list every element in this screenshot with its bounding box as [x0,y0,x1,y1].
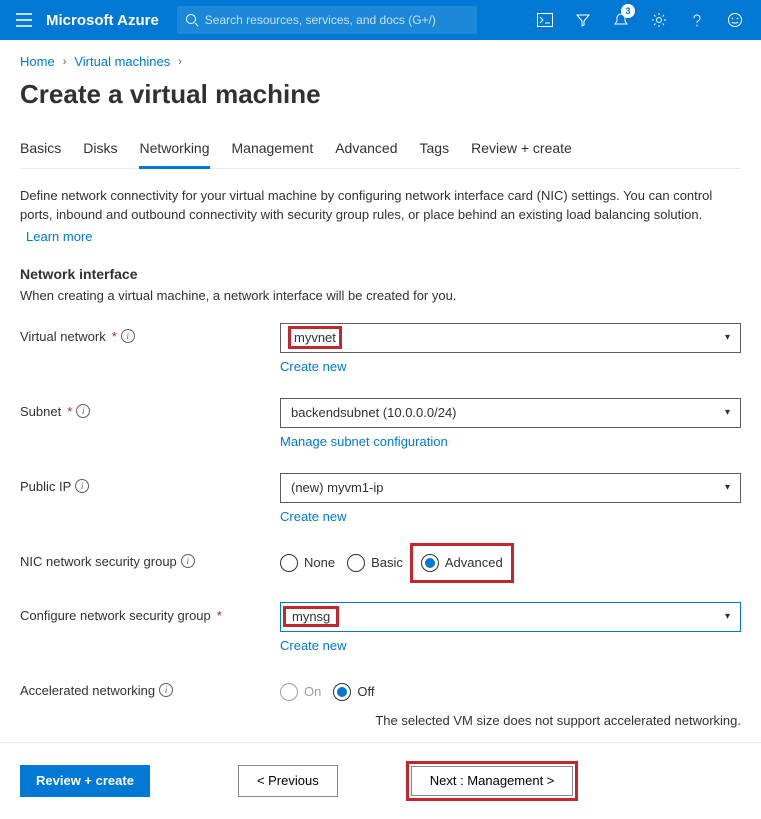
learn-more-link[interactable]: Learn more [26,229,92,244]
brand-label[interactable]: Microsoft Azure [46,12,159,29]
next-button-highlight: Next : Management > [406,761,579,801]
settings-gear-icon[interactable] [641,0,677,40]
chevron-right-icon: › [63,56,67,68]
vnet-value: myvnet [288,326,342,349]
pip-create-new-link[interactable]: Create new [280,509,346,524]
page-title: Create a virtual machine [20,79,741,110]
nic-nsg-label: NIC network security group [20,554,177,569]
breadcrumb-vm[interactable]: Virtual machines [74,54,170,69]
vnet-select[interactable]: myvnet ▾ [280,323,741,353]
notifications-icon[interactable]: 3 [603,0,639,40]
chevron-down-icon: ▾ [725,611,730,622]
subnet-label: Subnet [20,404,61,419]
cloud-shell-icon[interactable] [527,0,563,40]
cnsg-label: Configure network security group [20,608,211,623]
nsg-radio-none[interactable]: None [280,554,335,572]
required-marker: * [112,329,117,344]
subnet-value: backendsubnet (10.0.0.0/24) [291,405,457,420]
field-virtual-network: Virtual network * i myvnet ▾ Create new [20,323,741,374]
nsg-none-label: None [304,555,335,570]
radio-icon [280,683,298,701]
vnet-create-new-link[interactable]: Create new [280,359,346,374]
chevron-down-icon: ▾ [725,482,730,493]
pip-select[interactable]: (new) myvm1-ip ▾ [280,473,741,503]
search-icon [185,13,199,27]
feedback-icon[interactable] [717,0,753,40]
review-create-button[interactable]: Review + create [20,765,150,797]
field-public-ip: Public IP i (new) myvm1-ip ▾ Create new [20,473,741,524]
manage-subnet-link[interactable]: Manage subnet configuration [280,434,448,449]
chevron-down-icon: ▾ [725,332,730,343]
info-icon[interactable]: i [121,329,135,343]
search-input[interactable] [205,13,469,27]
required-marker: * [67,404,72,419]
help-icon[interactable] [679,0,715,40]
required-marker: * [217,608,222,623]
nsg-basic-label: Basic [371,555,403,570]
top-bar: Microsoft Azure 3 [0,0,761,40]
hamburger-menu-icon[interactable] [8,4,40,36]
nsg-radio-advanced-highlight: Advanced [415,548,509,578]
cnsg-select[interactable]: mynsg ▾ [280,602,741,632]
pip-label: Public IP [20,479,71,494]
info-icon[interactable]: i [75,479,89,493]
footer-bar: Review + create < Previous Next : Manage… [0,742,761,819]
breadcrumb-home[interactable]: Home [20,54,55,69]
accel-note: The selected VM size does not support ac… [280,713,741,728]
directory-filter-icon[interactable] [565,0,601,40]
previous-button[interactable]: < Previous [238,765,338,797]
next-button[interactable]: Next : Management > [411,766,574,796]
pip-value: (new) myvm1-ip [291,480,383,495]
accel-radio-off[interactable]: Off [333,683,374,701]
radio-icon [421,554,439,572]
subnet-select[interactable]: backendsubnet (10.0.0.0/24) ▾ [280,398,741,428]
vnet-label: Virtual network [20,329,106,344]
accel-on-label: On [304,684,321,699]
accel-off-label: Off [357,684,374,699]
tab-basics[interactable]: Basics [20,134,61,168]
radio-icon [333,683,351,701]
radio-icon [347,554,365,572]
tab-bar: Basics Disks Networking Management Advan… [20,134,741,169]
accel-label: Accelerated networking [20,683,155,698]
top-actions: 3 [527,0,753,40]
content-area: Home › Virtual machines › Create a virtu… [0,40,761,728]
tab-management[interactable]: Management [232,134,314,168]
info-icon[interactable]: i [159,683,173,697]
radio-icon [280,554,298,572]
cnsg-value: mynsg [283,606,339,627]
breadcrumb: Home › Virtual machines › [20,54,741,69]
tab-description: Define network connectivity for your vir… [20,187,741,225]
chevron-down-icon: ▾ [725,407,730,418]
accel-radio-on: On [280,683,321,701]
tab-disks[interactable]: Disks [83,134,117,168]
search-box[interactable] [177,6,477,34]
nsg-advanced-label: Advanced [445,555,503,570]
tab-tags[interactable]: Tags [420,134,450,168]
notification-badge: 3 [621,4,635,18]
nsg-radio-advanced[interactable]: Advanced [421,554,503,572]
info-icon[interactable]: i [76,404,90,418]
field-accelerated-networking: Accelerated networking i On Off The sele… [20,677,741,728]
section-subtext: When creating a virtual machine, a netwo… [20,288,741,303]
tab-advanced[interactable]: Advanced [335,134,397,168]
field-subnet: Subnet * i backendsubnet (10.0.0.0/24) ▾… [20,398,741,449]
cnsg-create-new-link[interactable]: Create new [280,638,346,653]
tab-networking[interactable]: Networking [139,134,209,169]
field-configure-nsg: Configure network security group * mynsg… [20,602,741,653]
section-heading: Network interface [20,266,741,282]
nsg-radio-basic[interactable]: Basic [347,554,403,572]
chevron-right-icon: › [178,56,182,68]
tab-review[interactable]: Review + create [471,134,572,168]
info-icon[interactable]: i [181,554,195,568]
field-nic-nsg: NIC network security group i None Basic … [20,548,741,578]
